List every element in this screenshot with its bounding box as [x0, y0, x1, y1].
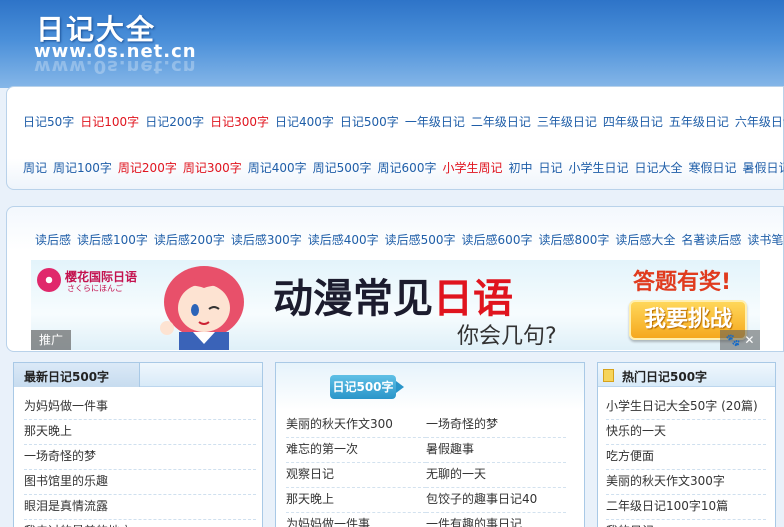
banner-title-highlight: 日语: [433, 276, 513, 322]
banner-prize-text: 答题有奖!: [633, 270, 732, 295]
nav-link[interactable]: 名著读后感: [681, 233, 741, 247]
list-item[interactable]: 一场奇怪的梦: [24, 445, 256, 470]
nav-link[interactable]: 日记100字: [80, 115, 139, 129]
nav-link[interactable]: 读后感: [35, 233, 71, 247]
nav-link[interactable]: 读后感200字: [154, 233, 225, 247]
hot-diary-panel: 热门日记500字 小学生日记大全50字 (20篇) 快乐的一天 吃方便面 美丽的秋天作…: [597, 362, 776, 527]
nav-link[interactable]: 初中: [508, 161, 532, 175]
list-item[interactable]: 美丽的秋天作文300字: [606, 470, 766, 495]
banner-subtitle: 你会几句?: [457, 324, 557, 349]
nav-link[interactable]: 读后感大全: [615, 233, 675, 247]
nav-link[interactable]: 读后感500字: [385, 233, 456, 247]
nav-link[interactable]: 周记500字: [313, 161, 372, 175]
nav-link[interactable]: 周记300字: [183, 161, 242, 175]
list-item[interactable]: 为妈妈做一件事: [24, 395, 256, 420]
nav-link[interactable]: 周记600字: [378, 161, 437, 175]
nav-link[interactable]: 日记400字: [275, 115, 334, 129]
nav-link[interactable]: 二年级日记: [471, 115, 531, 129]
paw-icon: 🐾: [725, 333, 741, 347]
list-item[interactable]: 吃方便面: [606, 445, 766, 470]
nav-row-weekly: 周记 周记100字 周记200字 周记300字 周记400字 周记500字 周记600字 小学…: [23, 159, 784, 176]
hot-diary-header: 热门日记500字: [598, 363, 775, 387]
list-item[interactable]: 快乐的一天: [606, 420, 766, 445]
list-item[interactable]: 二年级日记100字10篇: [606, 495, 766, 520]
list-item[interactable]: 一场奇怪的梦: [426, 413, 566, 438]
nav-link[interactable]: 小学生周记: [442, 161, 502, 175]
nav-box-diary: 日记50字 日记100字 日记200字 日记300字 日记400字 日记500字 一年级日记…: [6, 86, 784, 190]
nav-link[interactable]: 小学生日记: [569, 161, 629, 175]
list-item[interactable]: 观察日记: [286, 463, 426, 488]
nav-link[interactable]: 六年级日记: [735, 115, 784, 129]
nav-row-diary: 日记50字 日记100字 日记200字 日记300字 日记400字 日记500字 一年级日记…: [23, 113, 784, 130]
nav-link[interactable]: 日记300字: [210, 115, 269, 129]
diary-500-list-left: 美丽的秋天作文300 难忘的第一次 观察日记 那天晚上 为妈妈做一件事: [286, 413, 426, 527]
ad-close-button[interactable]: 🐾 ✕: [720, 330, 760, 350]
diary-500-panel: 日记500字 美丽的秋天作文300 难忘的第一次 观察日记 那天晚上 为妈妈做一件事 一…: [275, 362, 585, 527]
list-item[interactable]: 小学生日记大全50字 (20篇): [606, 395, 766, 420]
close-icon[interactable]: ✕: [744, 333, 754, 347]
nav-link[interactable]: 暑假日记: [743, 161, 784, 175]
nav-link[interactable]: 三年级日记: [537, 115, 597, 129]
list-item[interactable]: 眼泪是真情流露: [24, 495, 256, 520]
list-item[interactable]: 美丽的秋天作文300: [286, 413, 426, 438]
list-item[interactable]: 我去过的最美的地方: [24, 520, 256, 527]
list-item[interactable]: 那天晚上: [24, 420, 256, 445]
nav-link[interactable]: 周记200字: [118, 161, 177, 175]
nav-link[interactable]: 读后感100字: [77, 233, 148, 247]
nav-link[interactable]: 周记100字: [53, 161, 112, 175]
sakura-logo-icon: [37, 268, 61, 292]
list-item[interactable]: 难忘的第一次: [286, 438, 426, 463]
diary-500-list-right: 一场奇怪的梦 暑假趣事 无聊的一天 包饺子的趣事日记40 一件有趣的事日记: [426, 413, 566, 527]
anime-girl-illustration: [160, 266, 244, 350]
nav-link[interactable]: 读后感300字: [231, 233, 302, 247]
ad-banner[interactable]: 樱花国际日语 さくらにほんご 动漫常见日语 你会几句? 答题有奖! 我要挑战 推…: [31, 260, 760, 350]
latest-diary-title: 最新日记500字: [24, 370, 110, 384]
latest-diary-list: 为妈妈做一件事那天晚上一场奇怪的梦图书馆里的乐趣眼泪是真情流露我去过的最美的地方: [24, 395, 256, 527]
nav-link[interactable]: 读书笔记: [747, 233, 784, 247]
nav-link[interactable]: 四年级日记: [603, 115, 663, 129]
nav-link[interactable]: 周记400字: [248, 161, 307, 175]
banner-brand: 樱花国际日语 さくらにほんご: [37, 266, 149, 296]
nav-link[interactable]: 周记: [23, 161, 47, 175]
nav-link[interactable]: 日记50字: [23, 115, 74, 129]
document-icon: [603, 369, 614, 382]
banner-title-pre: 动漫常见: [273, 276, 433, 322]
diary-500-tab[interactable]: 日记500字: [330, 375, 404, 399]
hot-diary-list: 小学生日记大全50字 (20篇) 快乐的一天 吃方便面 美丽的秋天作文300字 二年级日…: [606, 395, 766, 527]
site-header: 日记大全 www.0s.net.cn www.0s.net.cn: [0, 0, 784, 88]
list-item[interactable]: 为妈妈做一件事: [286, 513, 426, 527]
nav-link[interactable]: 日记500字: [340, 115, 399, 129]
nav-link[interactable]: 一年级日记: [405, 115, 465, 129]
nav-link[interactable]: 五年级日记: [669, 115, 729, 129]
latest-diary-panel: 最新日记500字 为妈妈做一件事 那天晚上 一场奇怪的梦 图书馆里的乐趣 眼泪是真情流露…: [13, 362, 263, 527]
ad-label: 推广: [31, 330, 71, 350]
list-item[interactable]: 暑假趣事: [426, 438, 566, 463]
site-logo-reflection: www.0s.net.cn: [34, 56, 197, 77]
list-item[interactable]: 那天晚上: [286, 488, 426, 513]
banner-title: 动漫常见日语: [273, 266, 513, 324]
nav-link[interactable]: 日记大全: [635, 161, 683, 175]
list-item[interactable]: 包饺子的趣事日记40: [426, 488, 566, 513]
nav-link[interactable]: 读后感800字: [538, 233, 609, 247]
hot-diary-title: 热门日记500字: [622, 370, 708, 384]
list-item[interactable]: 无聊的一天: [426, 463, 566, 488]
list-item[interactable]: 一件有趣的事日记: [426, 513, 566, 527]
banner-brand-sub: さくらにほんご: [67, 284, 123, 293]
nav-link[interactable]: 日记200字: [145, 115, 204, 129]
nav-link[interactable]: 读后感600字: [462, 233, 533, 247]
latest-diary-header: 最新日记500字: [14, 363, 262, 387]
list-item[interactable]: 图书馆里的乐趣: [24, 470, 256, 495]
nav-row-reading: 读后感 读后感100字 读后感200字 读后感300字 读后感400字 读后感500字 读后…: [35, 231, 784, 248]
nav-link[interactable]: 日记: [538, 161, 562, 175]
nav-link[interactable]: 寒假日记: [689, 161, 737, 175]
list-item[interactable]: 我的日记: [606, 520, 766, 527]
nav-link[interactable]: 读后感400字: [308, 233, 379, 247]
